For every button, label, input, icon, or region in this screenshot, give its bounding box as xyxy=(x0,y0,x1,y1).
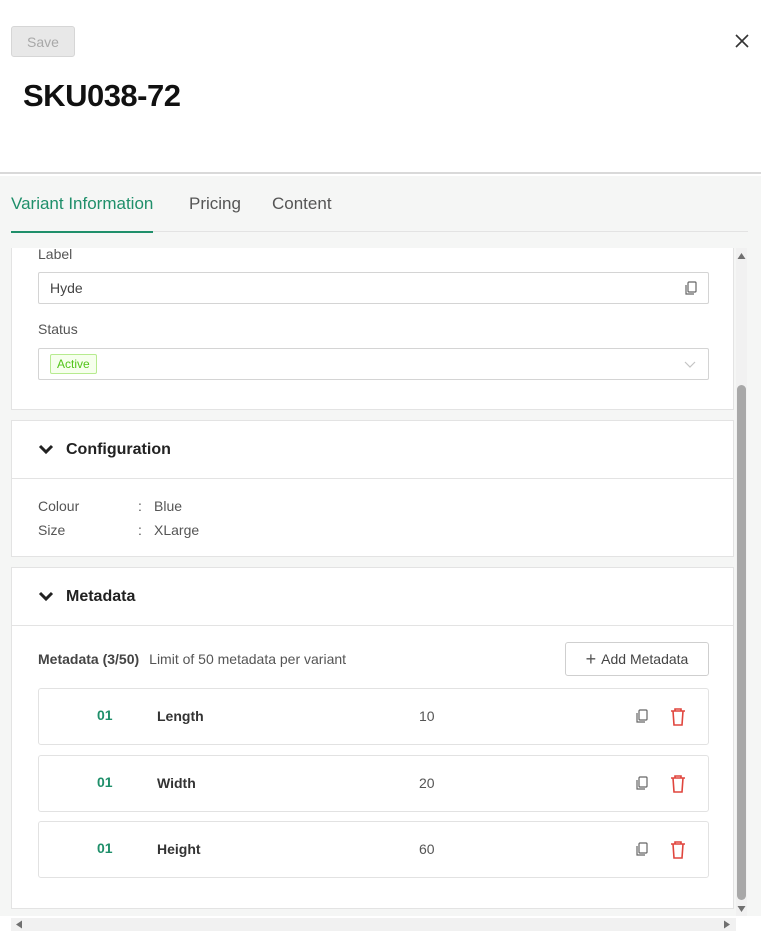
horizontal-scrollbar[interactable] xyxy=(11,918,736,931)
config-value: Blue xyxy=(154,498,183,514)
scroll-up-arrow-icon[interactable] xyxy=(737,252,746,260)
content-scroll-area[interactable]: Label Hyde Status Active Configuration C… xyxy=(0,248,761,916)
metadata-name: Height xyxy=(157,841,201,857)
vertical-scrollbar[interactable] xyxy=(736,248,747,916)
page-title: SKU038-72 xyxy=(23,78,181,113)
trash-icon[interactable] xyxy=(669,840,687,860)
metadata-row[interactable]: 01 Height 60 xyxy=(38,821,709,878)
tab-bar: Variant Information Pricing Content xyxy=(0,176,761,248)
metadata-summary: Metadata (3/50) Limit of 50 metadata per … xyxy=(38,651,346,667)
label-field-label: Label xyxy=(38,248,73,262)
configuration-card: Configuration Colour: Blue Size: XLarge xyxy=(11,420,734,557)
scroll-left-arrow-icon[interactable] xyxy=(15,920,23,929)
add-metadata-label: Add Metadata xyxy=(601,651,689,667)
metadata-name: Width xyxy=(157,775,196,791)
metadata-index: 01 xyxy=(97,840,113,856)
tab-pricing[interactable]: Pricing xyxy=(189,194,241,232)
copy-icon[interactable] xyxy=(635,842,649,857)
config-row: Colour: Blue xyxy=(38,498,182,514)
scroll-right-arrow-icon[interactable] xyxy=(723,920,731,929)
label-input[interactable]: Hyde xyxy=(38,272,709,304)
metadata-count: Metadata (3/50) xyxy=(38,651,140,667)
metadata-index: 01 xyxy=(97,707,113,723)
metadata-value: 60 xyxy=(419,841,435,857)
chevron-down-icon xyxy=(38,591,54,601)
tab-variant-information[interactable]: Variant Information xyxy=(11,194,154,233)
chevron-down-icon xyxy=(684,361,696,368)
scroll-down-arrow-icon[interactable] xyxy=(737,905,746,913)
status-field-label: Status xyxy=(38,321,78,337)
config-value: XLarge xyxy=(154,522,200,538)
vertical-scroll-thumb[interactable] xyxy=(737,385,746,900)
metadata-row[interactable]: 01 Width 20 xyxy=(38,755,709,812)
drawer-header: Save SKU038-72 xyxy=(0,0,761,174)
metadata-limit-text: Limit of 50 metadata per variant xyxy=(149,651,347,667)
metadata-name: Length xyxy=(157,708,204,724)
config-separator: : xyxy=(138,522,142,538)
config-separator: : xyxy=(138,498,142,514)
trash-icon[interactable] xyxy=(669,774,687,794)
plus-icon: + xyxy=(585,648,597,669)
label-input-value: Hyde xyxy=(50,280,83,296)
config-row: Size: XLarge xyxy=(38,522,199,538)
trash-icon[interactable] xyxy=(669,707,687,727)
configuration-title: Configuration xyxy=(66,440,171,458)
save-button[interactable]: Save xyxy=(11,26,75,57)
copy-icon[interactable] xyxy=(684,281,698,295)
add-metadata-button[interactable]: + Add Metadata xyxy=(565,642,709,676)
status-badge: Active xyxy=(50,354,97,374)
copy-icon[interactable] xyxy=(635,709,649,724)
config-key: Colour xyxy=(38,498,80,514)
metadata-index: 01 xyxy=(97,774,113,790)
metadata-header[interactable]: Metadata xyxy=(12,568,733,626)
tab-content[interactable]: Content xyxy=(272,194,332,232)
copy-icon[interactable] xyxy=(635,776,649,791)
config-key: Size xyxy=(38,522,66,538)
configuration-header[interactable]: Configuration xyxy=(12,421,733,479)
metadata-value: 10 xyxy=(419,708,435,724)
status-select[interactable]: Active xyxy=(38,348,709,380)
close-icon[interactable] xyxy=(731,30,753,52)
metadata-card: Metadata Metadata (3/50) Limit of 50 meta… xyxy=(11,567,734,909)
metadata-row[interactable]: 01 Length 10 xyxy=(38,688,709,745)
metadata-title: Metadata xyxy=(66,587,136,605)
metadata-value: 20 xyxy=(419,775,435,791)
chevron-down-icon xyxy=(38,444,54,454)
general-card: Label Hyde Status Active xyxy=(11,248,734,410)
